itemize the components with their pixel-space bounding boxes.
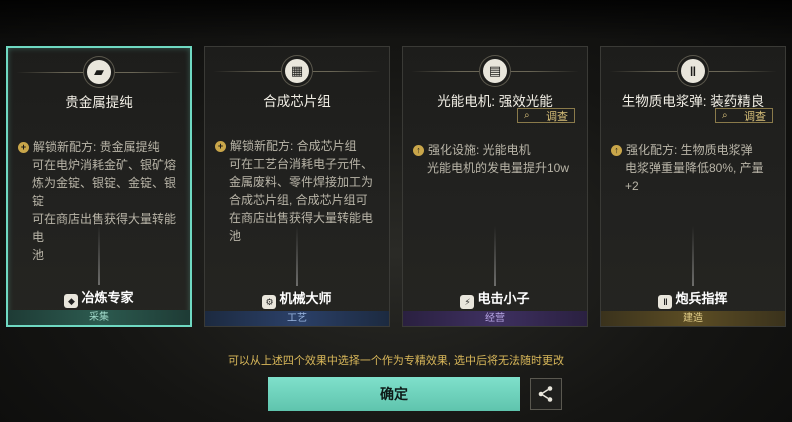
up-arrow-icon: ↑: [611, 145, 622, 156]
smelter-icon: ◆: [64, 294, 79, 308]
share-button[interactable]: [530, 378, 562, 410]
confirm-button[interactable]: 确定: [268, 377, 520, 411]
specialty-label: ◆ 冶炼专家: [8, 287, 190, 308]
chip-icon: ▦: [285, 59, 309, 83]
gear-icon: ⚙: [262, 295, 277, 309]
motor-icon: ▤: [483, 59, 507, 83]
magnifier-icon: ⌕: [722, 110, 728, 121]
specialty-label: ⚡ 电击小子: [403, 288, 587, 309]
light-beam: [692, 226, 694, 286]
light-beam: [494, 226, 496, 286]
plus-icon: +: [215, 141, 226, 152]
card-solar-motor[interactable]: ▤ 光能电机: 强效光能 ⌕ 调查 ↑ 强化设施: 光能电机 光能电机的发电量提升1…: [402, 46, 588, 327]
up-arrow-icon: ↑: [413, 145, 424, 156]
category-bar: 建造: [601, 311, 785, 326]
artillery-icon: ‖: [658, 295, 673, 309]
card-title: 合成芯片组: [263, 94, 331, 109]
inspect-button[interactable]: ⌕ 调查: [517, 108, 575, 123]
top-shade: [0, 0, 792, 40]
card-description: ↑ 强化配方: 生物质电浆弹 电浆弹重量降低80%, 产量 +2: [611, 141, 775, 195]
card-description: ↑ 强化设施: 光能电机 光能电机的发电量提升10w: [413, 141, 577, 177]
specialty-label: ‖ 炮兵指挥: [601, 288, 785, 309]
lightning-icon: ⚡: [460, 295, 475, 309]
card-precious-metal[interactable]: ▰ 贵金属提纯 + 解锁新配方: 贵金属提纯 可在电炉消耗金矿、银矿熔 炼为金锭、…: [6, 46, 192, 327]
share-icon: [538, 386, 553, 402]
card-chipset[interactable]: ▦ 合成芯片组 + 解锁新配方: 合成芯片组 可在工艺台消耗电子元件、 金属废料、…: [204, 46, 390, 327]
shell-icon: ‖: [681, 59, 705, 83]
light-beam: [296, 226, 298, 286]
category-bar: 经营: [403, 311, 587, 326]
light-beam: [98, 225, 100, 285]
category-bar: 采集: [8, 310, 190, 325]
card-title: 贵金属提纯: [65, 95, 133, 110]
card-plasma-shell[interactable]: ‖ 生物质电浆弹: 装药精良 ⌕ 调查 ↑ 强化配方: 生物质电浆弹 电浆弹重量降低…: [600, 46, 786, 327]
magnifier-icon: ⌕: [524, 110, 530, 121]
gold-ingot-icon: ▰: [87, 60, 111, 84]
inspect-button[interactable]: ⌕ 调查: [715, 108, 773, 123]
plus-icon: +: [18, 142, 29, 153]
specialty-label: ⚙ 机械大师: [205, 288, 389, 309]
selection-hint: 可以从上述四个效果中选择一个作为专精效果, 选中后将无法随时更改: [227, 355, 565, 367]
category-bar: 工艺: [205, 311, 389, 326]
